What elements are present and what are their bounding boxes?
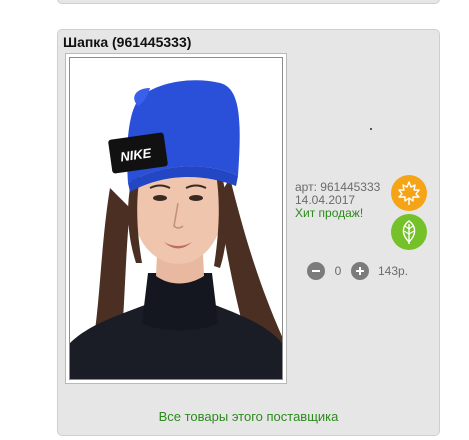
season-badge <box>391 175 427 211</box>
decrease-button[interactable] <box>307 262 325 280</box>
product-photo-frame[interactable]: NIKE <box>65 53 287 384</box>
article-label: арт: <box>295 180 317 194</box>
product-card: Шапка (961445333) NIKE арт: 961445333 14… <box>57 29 440 436</box>
eco-badge <box>391 214 427 250</box>
product-title: Шапка (961445333) <box>63 34 192 50</box>
quantity-value: 0 <box>334 264 342 278</box>
dot-mark <box>370 128 372 130</box>
supplier-products-link[interactable]: Все товары этого поставщика <box>58 409 439 424</box>
quantity-row: 0 143р. <box>307 262 408 280</box>
hit-label: Хит продаж! <box>295 206 364 220</box>
page: Шапка (961445333) NIKE арт: 961445333 14… <box>0 0 469 440</box>
maple-leaf-icon <box>398 181 420 205</box>
product-photo[interactable]: NIKE <box>69 57 283 380</box>
previous-card-edge <box>57 0 440 4</box>
article-value: 961445333 <box>320 180 381 194</box>
increase-button[interactable] <box>351 262 369 280</box>
product-info: арт: 961445333 14.04.2017 Хит продаж! <box>295 181 380 220</box>
minus-icon <box>312 270 320 272</box>
price: 143р. <box>378 264 409 278</box>
leaf-icon <box>402 220 416 244</box>
plus-icon <box>356 267 364 275</box>
